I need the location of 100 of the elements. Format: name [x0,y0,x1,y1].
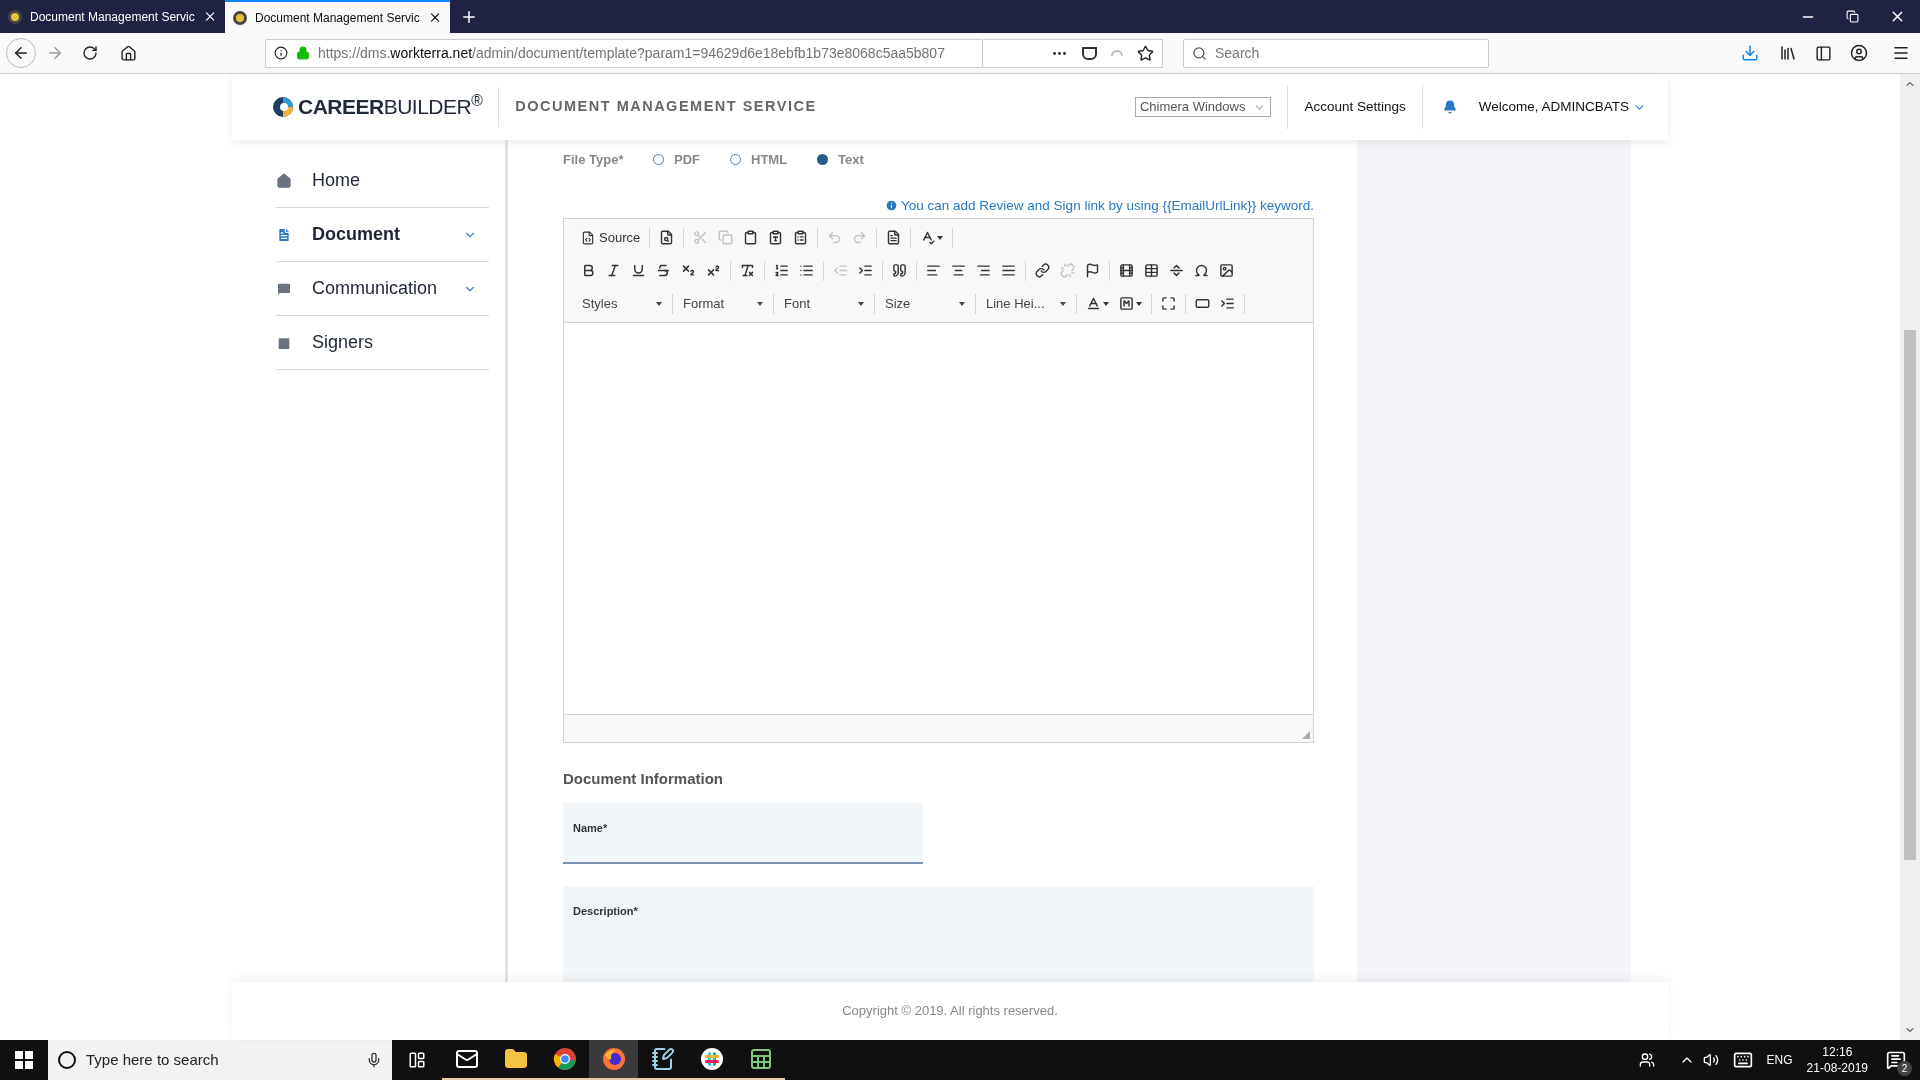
caret-icon [1103,301,1109,306]
company-select[interactable]: Chimera Windows [1134,97,1272,117]
search-icon [1192,45,1207,61]
caret-icon [937,235,944,240]
sidebar-label: Signers [312,331,375,354]
field-label: Name* [573,821,608,834]
hash-logo-icon [699,1047,724,1071]
restore-icon[interactable] [1846,10,1859,23]
download-icon[interactable] [1741,44,1759,62]
microphone-icon[interactable] [366,1052,382,1068]
reload-icon[interactable] [82,45,98,61]
task-view-icon[interactable] [408,1051,426,1069]
file-type-radio[interactable]: PDF [653,150,700,170]
tab-title: Document Management Servic [30,8,195,26]
editor-dropdown[interactable]: Font [778,291,870,316]
scrollbar[interactable] [1900,74,1920,1040]
browser-tab[interactable]: Document Management Servic [225,0,450,33]
flag-icon [1085,263,1100,279]
sidebar-item[interactable]: Signers [276,316,489,370]
taskbar-search-field[interactable]: Type here to search [48,1040,392,1080]
taskbar-app[interactable] [589,1040,638,1080]
editor-dropdown[interactable]: Format [677,291,769,316]
source-icon [581,230,595,245]
search-field[interactable]: Search [1183,38,1489,68]
mail-icon [454,1047,479,1071]
language-indicator[interactable]: ENG [1766,1051,1793,1069]
address-bar[interactable]: https://dms.workterra.net/admin/document/template?param1=94629d6e18ebfb1b73e8068c5aa5b807 [265,38,983,68]
browser-icon [552,1047,577,1071]
template-icon [886,230,902,246]
description-field[interactable]: Description* [563,885,1314,982]
gauge-icon [1111,50,1123,56]
search-input[interactable]: Search [1215,42,1480,64]
strikethrough-icon [656,263,671,279]
editor-dropdown[interactable]: Size [879,291,971,316]
library-icon[interactable] [1779,44,1797,62]
link-icon [1035,263,1050,279]
caret-icon [959,301,965,306]
paste-word-icon [793,230,809,246]
account-icon[interactable] [1850,44,1868,62]
editor-dropdown[interactable]: Line Hei... [980,291,1072,316]
file-type-radio[interactable]: HTML [730,150,788,170]
keyboard-icon[interactable] [1732,1050,1753,1070]
tab-title: Document Management Servic [255,9,420,27]
superscript-icon [706,263,721,279]
resize-handle-icon[interactable] [1302,731,1310,740]
line-height-icon [1220,296,1235,312]
volume-icon[interactable] [1702,1052,1719,1068]
source-button[interactable]: Source [576,225,646,250]
file-type-radio[interactable]: Text [817,150,864,170]
copy-icon [718,230,734,246]
taskbar-search-input[interactable]: Type here to search [86,1048,356,1072]
menu-icon[interactable] [1892,44,1910,62]
account-settings-link[interactable]: Account Settings [1304,96,1406,118]
home-icon[interactable] [120,44,137,62]
scrollbar-thumb[interactable] [1904,330,1916,860]
browser-tab[interactable]: Document Management Servic [0,0,225,33]
sidebar-item[interactable]: Home [276,154,489,208]
time-text: 12:16 [1822,1044,1853,1060]
name-field[interactable]: Name* [563,802,923,864]
quote-icon [892,263,907,279]
sidebar-icon[interactable] [1815,44,1832,62]
unlink-icon [1060,263,1075,279]
redo-icon [852,230,868,246]
sidebar-label: Home [312,169,361,192]
lock-icon [296,46,310,60]
paste-icon [743,230,759,246]
logo-icon [272,96,294,118]
bell-icon[interactable] [1442,100,1457,114]
outdent-icon [833,263,848,279]
sidebar-item[interactable]: Document [276,208,489,262]
caret-icon [858,301,864,306]
welcome-menu[interactable]: Welcome, ADMINCBATS [1478,96,1646,118]
subscript-icon [681,263,696,279]
sidebar-label: Communication [312,277,439,300]
remove-format-icon [740,263,755,279]
align-center-icon [951,263,966,279]
clock[interactable]: 12:16 21-08-2019 [1806,1044,1868,1076]
align-left-icon [926,263,941,279]
logo-text: CAREERBUILDER$^{®}$ [298,91,483,121]
editor-dropdown[interactable]: Styles [576,291,668,316]
notification-icon[interactable] [1886,1050,1906,1070]
sidebar-item[interactable]: Communication [276,262,489,316]
caret-icon [1060,301,1066,306]
caret-icon [656,301,662,306]
date-text: 21-08-2019 [1806,1060,1868,1076]
film-icon [1119,263,1134,279]
copyright-text: Copyright © 2019. All rights reserved. [842,1002,1058,1021]
table-icon [1144,263,1159,279]
file-type-label: File Type* [563,151,625,169]
info-icon [885,199,898,213]
star-icon[interactable] [1137,44,1154,62]
favicon-icon [233,10,247,25]
favicon-icon [8,9,22,24]
forward-icon[interactable] [46,44,64,62]
info-icon[interactable] [274,46,288,60]
caret-icon [1136,301,1142,306]
start-icon[interactable] [15,1051,33,1069]
document-icon [276,226,292,243]
spellcheck-icon [920,230,936,246]
people-icon[interactable] [1638,1052,1655,1068]
